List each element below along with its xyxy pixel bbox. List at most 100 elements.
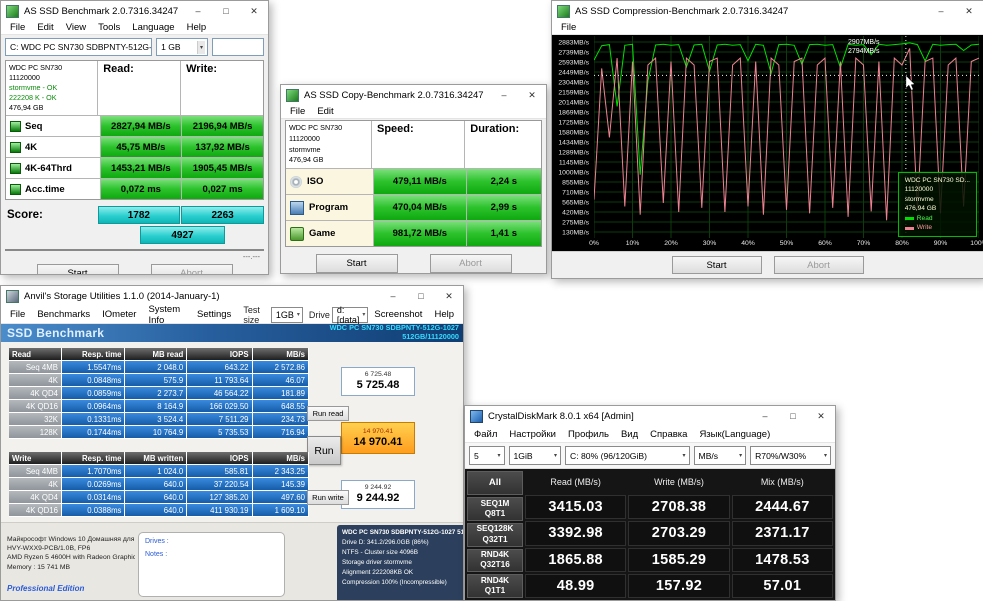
write-results-table: Write Resp. time MB written IOPS MB/s Se… [9, 452, 309, 517]
minimize-icon[interactable]: – [379, 286, 407, 306]
iops-value: 7 511.29 [187, 413, 253, 426]
y-axis-tick: 275MB/s [562, 219, 589, 227]
maximize-icon[interactable]: □ [212, 1, 240, 21]
rnd4k-q1t1-button[interactable]: RND4K Q1T1 [467, 574, 523, 598]
write-score: 2263 [181, 206, 264, 225]
minimize-icon[interactable]: – [490, 85, 518, 105]
menu-settings[interactable]: Настройки [503, 428, 562, 441]
menu-help[interactable]: Help [428, 308, 460, 321]
minimize-icon[interactable]: – [751, 406, 779, 426]
menu-file[interactable]: File [4, 308, 31, 321]
run-read-button[interactable]: Run read [307, 406, 349, 421]
seq1m-q8t1-button[interactable]: SEQ1M Q8T1 [467, 497, 523, 521]
close-icon[interactable]: ✕ [240, 1, 268, 21]
extra-field[interactable] [212, 38, 264, 56]
as-ssd-benchmark-window: AS SSD Benchmark 2.0.7316.34247 – □ ✕ Fi… [0, 0, 269, 275]
drive-select[interactable]: d: [data] ▾ [331, 305, 369, 325]
x-axis-tick: 90% [933, 240, 948, 247]
abort-button[interactable]: Abort [773, 256, 864, 274]
drive-alignment: Alignment 222208KB OK [342, 568, 414, 576]
toolbar: C: WDC PC SN730 SDBPNTY-512G-102 ▾ 1 GB … [1, 35, 268, 59]
menu-view[interactable]: Вид [615, 428, 644, 441]
test-count-select[interactable]: 5 ▾ [469, 446, 505, 465]
y-axis-tick: 1725MB/s [558, 119, 589, 127]
close-icon[interactable]: ✕ [518, 85, 546, 105]
copy-benchmark-table: WDC PC SN730 11120000 stormvme 476,94 GB… [285, 120, 542, 248]
menu-file[interactable]: Файл [468, 428, 503, 441]
results-grid: All SEQ1M Q8T1 SEQ128K Q32T1 RND4K Q32T1… [465, 469, 835, 600]
menu-help[interactable]: Help [181, 21, 213, 34]
x-axis-tick: 100% [970, 240, 983, 247]
run-write-button[interactable]: Run write [307, 490, 349, 505]
col-header: Write [9, 452, 62, 465]
mix-ratio-select[interactable]: R70%/W30% ▾ [750, 446, 832, 465]
write-score-card: 9 244.92 9 244.92 [341, 480, 415, 509]
menu-file[interactable]: File [555, 21, 582, 34]
titlebar[interactable]: Anvil's Storage Utilities 1.1.0 (2014-Ja… [1, 286, 463, 306]
minimize-icon[interactable]: – [927, 1, 955, 21]
test-size-select[interactable]: 1GB ▾ [270, 306, 303, 323]
chevron-down-icon: ▾ [554, 453, 558, 459]
start-button[interactable]: Start [315, 254, 398, 273]
menu-file[interactable]: File [4, 21, 31, 34]
minimize-icon[interactable]: – [184, 1, 212, 21]
test-size-select[interactable]: 1GiB ▾ [508, 446, 562, 465]
maximize-icon[interactable]: □ [407, 286, 435, 306]
titlebar[interactable]: AS SSD Compression-Benchmark 2.0.7316.34… [552, 1, 983, 21]
menu-language[interactable]: Язык(Language) [693, 428, 776, 441]
menu-iometer[interactable]: IOmeter [96, 308, 142, 321]
drives-notes-box[interactable]: Drives : Notes : [138, 532, 285, 597]
menu-file[interactable]: File [284, 105, 311, 118]
seq-read-value: 2827,94 MB/s [100, 116, 183, 137]
menu-language[interactable]: Language [126, 21, 180, 34]
menu-edit[interactable]: Edit [311, 105, 339, 118]
mb-read-value: 2 048.0 [125, 361, 188, 374]
run-button[interactable]: Run [307, 436, 341, 465]
x-axis-tick: 10% [625, 240, 640, 247]
titlebar[interactable]: AS SSD Benchmark 2.0.7316.34247 – □ ✕ [1, 1, 268, 21]
menu-screenshot[interactable]: Screenshot [368, 308, 428, 321]
titlebar[interactable]: CrystalDiskMark 8.0.1 x64 [Admin] – □ ✕ [465, 406, 835, 426]
memory-info: Memory : 15 741 MB [7, 563, 71, 571]
menu-benchmarks[interactable]: Benchmarks [31, 308, 96, 321]
write-score: 9 244.92 [356, 492, 400, 505]
table-row: Seq 4MB 1.5547ms 2 048.0 643.22 2 572.86 [9, 361, 309, 374]
row-label: Game [309, 228, 336, 240]
units-select[interactable]: MB/s ▾ [693, 446, 747, 465]
abort-button[interactable]: Abort [429, 254, 512, 273]
menu-edit[interactable]: Edit [31, 21, 59, 34]
close-icon[interactable]: ✕ [435, 286, 463, 306]
menu-profile[interactable]: Профиль [562, 428, 615, 441]
window-title: AS SSD Benchmark 2.0.7316.34247 [24, 5, 179, 17]
mbs-value: 1 609.10 [252, 504, 309, 517]
drive-select[interactable]: C: WDC PC SN730 SDBPNTY-512G-102 ▾ [5, 38, 153, 56]
menu-help[interactable]: Справка [644, 428, 693, 441]
titlebar[interactable]: AS SSD Copy-Benchmark 2.0.7316.34247 – ✕ [281, 85, 546, 105]
window-title: AS SSD Compression-Benchmark 2.0.7316.34… [575, 5, 789, 17]
close-icon[interactable]: ✕ [807, 406, 835, 426]
test-size-select[interactable]: 1 GB ▾ [156, 38, 209, 56]
menu-settings[interactable]: Settings [191, 308, 237, 321]
target-drive-select[interactable]: C: 80% (96/120GiB) ▾ [565, 446, 690, 465]
menubar: Файл Настройки Профиль Вид Справка Язык(… [465, 426, 835, 443]
menu-tools[interactable]: Tools [92, 21, 126, 34]
y-axis-tick: 2159MB/s [558, 89, 589, 97]
maximize-icon[interactable]: □ [779, 406, 807, 426]
y-axis-tick: 565MB/s [562, 199, 589, 207]
close-icon[interactable]: ✕ [955, 1, 983, 21]
chevron-down-icon: ▾ [682, 453, 686, 459]
abort-button[interactable]: Abort [150, 264, 233, 274]
start-button[interactable]: Start [671, 256, 762, 274]
menu-system-info[interactable]: System Info [142, 303, 191, 327]
mbs-value: 2 343.25 [252, 465, 309, 478]
4k-write-value: 137,92 MB/s [182, 137, 263, 158]
write-column-header: Write: [186, 63, 218, 75]
mbs-value: 181.89 [252, 387, 309, 400]
mix-ratio-value: R70%/W30% [755, 450, 807, 461]
all-tests-button[interactable]: All [467, 471, 523, 495]
menu-view[interactable]: View [60, 21, 92, 34]
start-button[interactable]: Start [36, 264, 119, 274]
rnd4k-q32t16-button[interactable]: RND4K Q32T16 [467, 548, 523, 573]
y-axis-tick: 2593MB/s [558, 59, 589, 67]
seq128k-q32t1-button[interactable]: SEQ128K Q32T1 [467, 522, 523, 547]
